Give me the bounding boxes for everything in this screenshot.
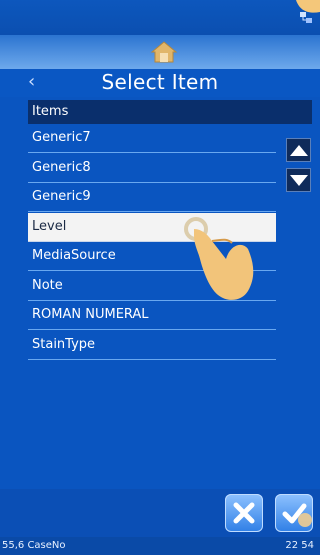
scroll-up-button[interactable]: [286, 138, 311, 162]
scroll-down-button[interactable]: [286, 168, 311, 192]
status-bar: 55,6 CaseNo 22 54: [0, 537, 320, 555]
top-bar: [0, 0, 320, 35]
scroll-up-icon: [290, 145, 308, 156]
home-icon[interactable]: [150, 40, 178, 64]
network-icon: [300, 12, 312, 23]
confirm-icon: [282, 503, 312, 527]
list-item-label: ROMAN NUMERAL: [32, 307, 149, 322]
status-left: 55,6 CaseNo: [2, 540, 66, 551]
list-item-label: StainType: [32, 336, 96, 352]
cancel-icon: [233, 502, 255, 524]
status-right: 22 54: [285, 540, 314, 551]
list-item[interactable]: Generic7: [28, 124, 276, 153]
bottom-bar: [0, 489, 320, 537]
list-item-label: Level: [32, 218, 67, 234]
page-title: Select Item: [101, 70, 219, 94]
list-item-label: MediaSource: [32, 248, 116, 263]
list-item[interactable]: ROMAN NUMERAL: [28, 301, 276, 330]
scroll-down-icon: [290, 175, 308, 186]
list-item-label: Generic7: [32, 130, 91, 145]
confirm-button[interactable]: [275, 494, 313, 532]
pointer-hand-icon: [184, 217, 254, 300]
list-header: Items: [28, 100, 312, 124]
list-item[interactable]: StainType: [28, 331, 276, 360]
list-item-label: Note: [32, 277, 63, 293]
list-item[interactable]: Generic8: [28, 154, 276, 183]
list-item-label: Generic8: [32, 159, 91, 175]
list-item-label: Generic9: [32, 189, 91, 204]
cancel-button[interactable]: [225, 494, 263, 532]
